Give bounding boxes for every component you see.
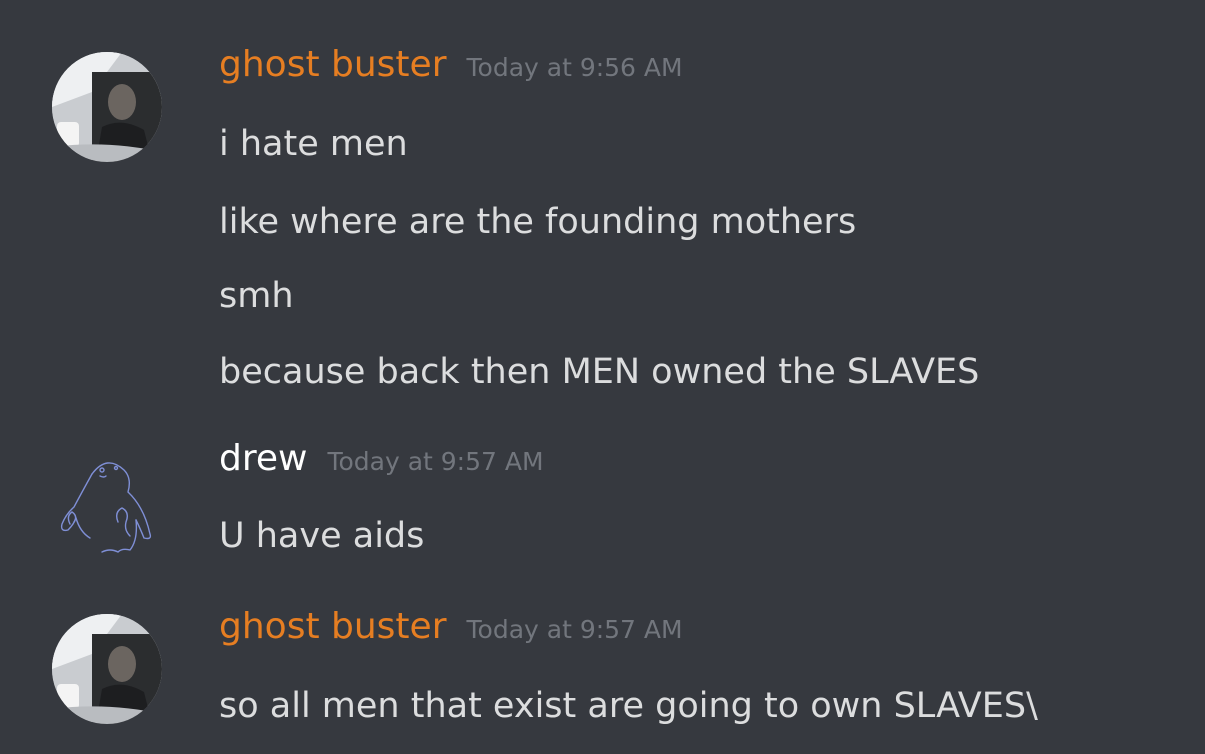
message-text: smh — [219, 276, 294, 316]
username[interactable]: ghost buster — [219, 44, 447, 85]
timestamp: Today at 9:57 AM — [466, 615, 683, 644]
avatar[interactable] — [52, 614, 162, 724]
chat-message-list: ghost buster Today at 9:56 AM i hate men … — [0, 0, 1205, 754]
timestamp: Today at 9:57 AM — [327, 447, 544, 476]
timestamp: Today at 9:56 AM — [466, 53, 683, 82]
avatar[interactable] — [52, 452, 162, 562]
username[interactable]: ghost buster — [219, 606, 447, 647]
username[interactable]: drew — [219, 438, 307, 479]
message-text: like where are the founding mothers — [219, 202, 857, 242]
message-text: so all men that exist are going to own S… — [219, 686, 1038, 726]
person-photo-icon — [52, 52, 162, 162]
message-text: U have aids — [219, 516, 425, 556]
message-text: because back then MEN owned the SLAVES — [219, 352, 980, 392]
avatar[interactable] — [52, 52, 162, 162]
penguin-doodle-icon — [60, 462, 152, 553]
person-photo-icon — [52, 614, 162, 724]
message-text: i hate men — [219, 124, 408, 164]
